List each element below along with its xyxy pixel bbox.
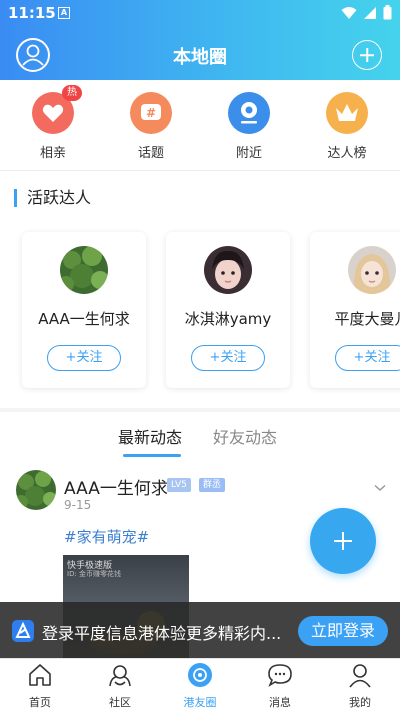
expert-name: 冰淇淋yamy <box>184 310 272 328</box>
crown-icon <box>326 92 368 134</box>
avatar[interactable] <box>16 470 56 510</box>
profile-icon <box>349 664 371 688</box>
status-bar: 11:15 A <box>0 0 400 26</box>
page-title: 本地圈 <box>173 47 227 68</box>
tab-latest[interactable]: 最新动态 <box>118 424 182 448</box>
hash-icon: # <box>130 92 172 134</box>
hot-badge: 热 <box>62 85 82 101</box>
feed-tabs: 最新动态 好友动态 <box>0 420 400 460</box>
avatar <box>348 246 396 294</box>
nav-messages[interactable]: 消息 <box>240 659 320 711</box>
category-ranking[interactable]: 达人榜 <box>307 80 387 170</box>
create-post-button[interactable] <box>310 508 376 574</box>
avatar <box>204 246 252 294</box>
tab-indicator <box>123 454 181 457</box>
expert-name: 平度大曼儿 <box>334 310 400 328</box>
nav-home[interactable]: 首页 <box>0 659 80 711</box>
category-label: 话题 <box>137 146 164 161</box>
community-icon <box>109 665 131 687</box>
section-divider <box>0 170 400 171</box>
nav-label: 首页 <box>29 696 51 709</box>
role-badge: 群丞 <box>199 478 226 492</box>
nav-profile[interactable]: 我的 <box>320 659 400 711</box>
expert-name: AAA一生何求 <box>38 310 130 328</box>
wifi-icon <box>341 6 357 19</box>
location-icon <box>228 92 270 134</box>
experts-carousel[interactable]: AAA一生何求 +关注 冰淇淋yamy +关注 平度大曼儿 +关注 <box>22 232 400 388</box>
login-button[interactable]: 立即登录 <box>298 616 388 646</box>
login-prompt-text: 登录平度信息港体验更多精彩内... <box>42 624 282 643</box>
expert-card[interactable]: 平度大曼儿 +关注 <box>310 232 400 388</box>
signal-icon <box>364 6 376 19</box>
nav-circle[interactable]: 港友圈 <box>160 659 240 711</box>
nav-label: 我的 <box>349 696 371 709</box>
bottom-nav: 首页 社区 港友圈 消息 我的 <box>0 658 400 711</box>
post-tag[interactable]: #家有萌宠# <box>64 526 149 547</box>
status-icons <box>341 5 392 20</box>
category-label: 相亲 <box>39 146 66 161</box>
post-author[interactable]: AAA一生何求 <box>64 474 168 499</box>
nav-label: 港友圈 <box>183 696 217 709</box>
battery-icon <box>383 5 392 20</box>
tab-friends[interactable]: 好友动态 <box>213 424 277 448</box>
svg-text:#: # <box>146 106 156 120</box>
follow-button[interactable]: +关注 <box>335 345 400 371</box>
nav-community[interactable]: 社区 <box>80 659 160 711</box>
notification-a-icon: A <box>58 7 70 19</box>
section-divider <box>0 408 400 412</box>
level-badge: LV5 <box>167 478 191 492</box>
header-bar: 11:15 A 本地圈 <box>0 0 400 80</box>
avatar <box>60 246 108 294</box>
category-topics[interactable]: # 话题 <box>111 80 191 170</box>
section-title-experts: 活跃达人 <box>14 189 91 207</box>
expert-card[interactable]: 冰淇淋yamy +关注 <box>166 232 290 388</box>
follow-button[interactable]: +关注 <box>47 345 121 371</box>
category-label: 达人榜 <box>327 146 367 161</box>
app-logo-icon <box>12 620 34 642</box>
status-time: 11:15 <box>8 4 56 22</box>
category-dating[interactable]: 热 相亲 <box>13 80 93 170</box>
category-label: 附近 <box>235 146 262 161</box>
chevron-down-icon[interactable] <box>374 480 386 496</box>
nav-label: 社区 <box>109 696 131 709</box>
category-row: 热 相亲 # 话题 附近 达人榜 <box>0 80 400 170</box>
post-date: 9-15 <box>64 498 92 512</box>
home-icon <box>29 664 51 686</box>
login-prompt-bar: 登录平度信息港体验更多精彩内... 立即登录 <box>0 602 400 658</box>
circle-icon <box>188 663 212 687</box>
nav-label: 消息 <box>269 696 291 709</box>
category-nearby[interactable]: 附近 <box>209 80 289 170</box>
message-icon <box>268 664 292 687</box>
expert-card[interactable]: AAA一生何求 +关注 <box>22 232 146 388</box>
follow-button[interactable]: +关注 <box>191 345 265 371</box>
add-icon[interactable] <box>352 40 382 70</box>
app-screen: 11:15 A 本地圈 热 相亲 # 话题 附近 达人榜 活跃达人 AAA一生何… <box>0 0 400 711</box>
